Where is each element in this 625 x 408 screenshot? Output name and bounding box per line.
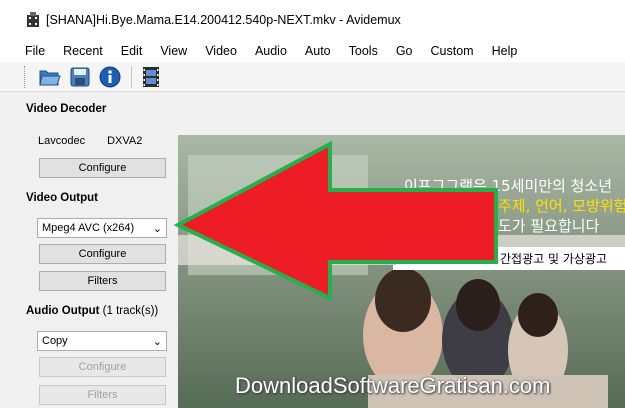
menu-video[interactable]: Video [205, 44, 237, 58]
preview-caption-line4: 간접광고 및 가상광고 [500, 252, 607, 266]
toolbar [0, 62, 625, 92]
decoder-row: Lavcodec DXVA2 [38, 135, 164, 147]
toolbar-separator [131, 65, 132, 88]
save-button[interactable] [67, 64, 93, 90]
menu-edit[interactable]: Edit [121, 44, 143, 58]
menu-tools[interactable]: Tools [349, 44, 378, 58]
info-icon [99, 66, 121, 87]
filmstrip-icon [143, 66, 159, 87]
red-arrow-annotation [173, 140, 498, 302]
menu-recent[interactable]: Recent [63, 44, 103, 58]
audio-configure-button[interactable]: Configure [39, 357, 166, 377]
save-disk-icon [70, 67, 90, 86]
video-filters-button[interactable]: Filters [39, 271, 166, 291]
audio-track-count: (1 track(s)) [102, 305, 159, 317]
audio-output-heading: Audio Output (1 track(s)) [26, 305, 158, 317]
open-folder-icon [39, 70, 61, 85]
video-output-value: Mpeg4 AVC (x264) [42, 222, 135, 234]
window-title: [SHANA]Hi.Bye.Mama.E14.200412.540p-NEXT.… [46, 13, 401, 27]
watermark-text: DownloadSoftwareGratisan.com [235, 373, 551, 398]
toolbar-grip[interactable] [24, 65, 27, 88]
video-decoder-heading: Video Decoder [26, 103, 107, 115]
title-bar: [SHANA]Hi.Bye.Mama.E14.200412.540p-NEXT.… [0, 0, 625, 40]
decoder-dxva2-label: DXVA2 [107, 135, 143, 147]
menu-go[interactable]: Go [396, 44, 413, 58]
audio-filters-button[interactable]: Filters [39, 385, 166, 405]
avidemux-app-icon [27, 12, 39, 27]
menu-help[interactable]: Help [492, 44, 518, 58]
video-output-select[interactable]: Mpeg4 AVC (x264) ⌄ [37, 218, 167, 238]
open-button[interactable] [37, 64, 63, 90]
preview-caption-line3: 도가 필요합니다 [498, 217, 600, 235]
filmstrip-button[interactable] [138, 64, 164, 90]
menu-bar: File Recent Edit View Video Audio Auto T… [0, 40, 625, 62]
chevron-down-icon: ⌄ [152, 335, 162, 348]
video-configure-button[interactable]: Configure [39, 244, 166, 264]
menu-custom[interactable]: Custom [431, 44, 474, 58]
decoder-lavcodec-label: Lavcodec [38, 135, 86, 147]
preview-caption-line2: 주제, 언어, 모방위험 [498, 197, 625, 215]
menu-file[interactable]: File [25, 44, 45, 58]
menu-audio[interactable]: Audio [255, 44, 287, 58]
decoder-configure-button[interactable]: Configure [39, 158, 166, 178]
video-output-heading: Video Output [26, 192, 98, 204]
menu-auto[interactable]: Auto [305, 44, 331, 58]
left-settings-panel: Video Decoder Lavcodec DXVA2 Configure V… [0, 92, 178, 408]
avidemux-window: [SHANA]Hi.Bye.Mama.E14.200412.540p-NEXT.… [0, 0, 625, 408]
menu-view[interactable]: View [160, 44, 187, 58]
chevron-down-icon: ⌄ [152, 222, 162, 235]
info-button[interactable] [97, 64, 123, 90]
audio-output-value: Copy [42, 335, 68, 347]
audio-output-select[interactable]: Copy ⌄ [37, 331, 167, 351]
audio-output-title: Audio Output [26, 305, 100, 317]
